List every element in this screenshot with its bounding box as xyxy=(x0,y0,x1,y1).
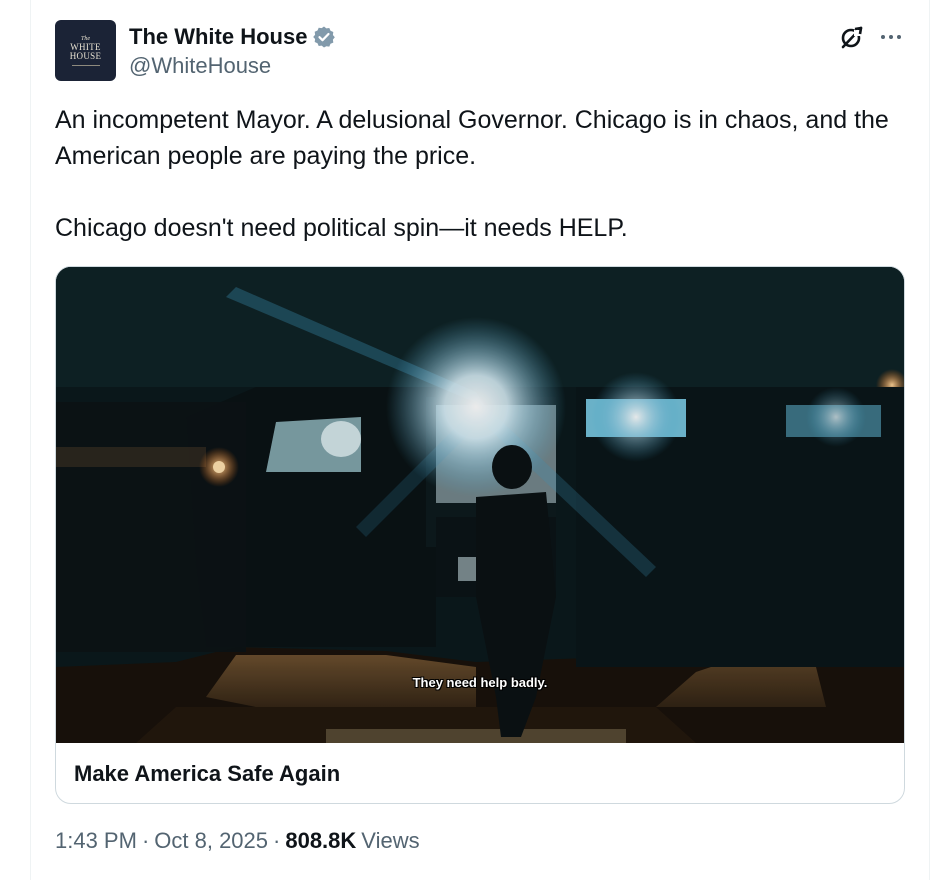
avatar-rule xyxy=(71,64,100,66)
tweet-meta: 1:43 PM · Oct 8, 2025 · 808.8K Views xyxy=(55,828,420,854)
meta-separator: · xyxy=(273,828,281,853)
author-name-row: The White House xyxy=(129,22,336,52)
author-handle[interactable]: @WhiteHouse xyxy=(129,53,271,79)
views-count[interactable]: 808.8K xyxy=(285,828,356,854)
video-frame-illustration xyxy=(56,267,904,743)
author-display-name[interactable]: The White House xyxy=(129,24,307,50)
video-caption: They need help badly. xyxy=(412,675,548,690)
avatar-text-line3: HOUSE xyxy=(69,50,102,61)
tweet-paragraph-2: Chicago doesn't need political spin—it n… xyxy=(55,214,628,242)
tweet-card: The WHITE HOUSE The White House @WhiteHo… xyxy=(30,0,930,880)
tweet-date[interactable]: Oct 8, 2025 xyxy=(154,828,268,854)
tweet-time[interactable]: 1:43 PM xyxy=(55,828,137,854)
media-card-title[interactable]: Make America Safe Again xyxy=(74,761,340,787)
tweet-paragraph-1: An incompetent Mayor. A delusional Gover… xyxy=(55,106,889,170)
meta-separator: · xyxy=(141,828,150,853)
verified-badge-icon[interactable] xyxy=(312,25,336,49)
avatar-text-line1: The xyxy=(81,35,90,42)
tweet-text: An incompetent Mayor. A delusional Gover… xyxy=(55,102,905,246)
media-card[interactable]: They need help badly. Make America Safe … xyxy=(55,266,905,804)
avatar[interactable]: The WHITE HOUSE xyxy=(55,20,116,81)
more-icon[interactable] xyxy=(876,22,906,52)
views-label: Views xyxy=(361,828,420,853)
video-player[interactable]: They need help badly. xyxy=(56,267,904,743)
grok-icon[interactable] xyxy=(837,22,867,52)
